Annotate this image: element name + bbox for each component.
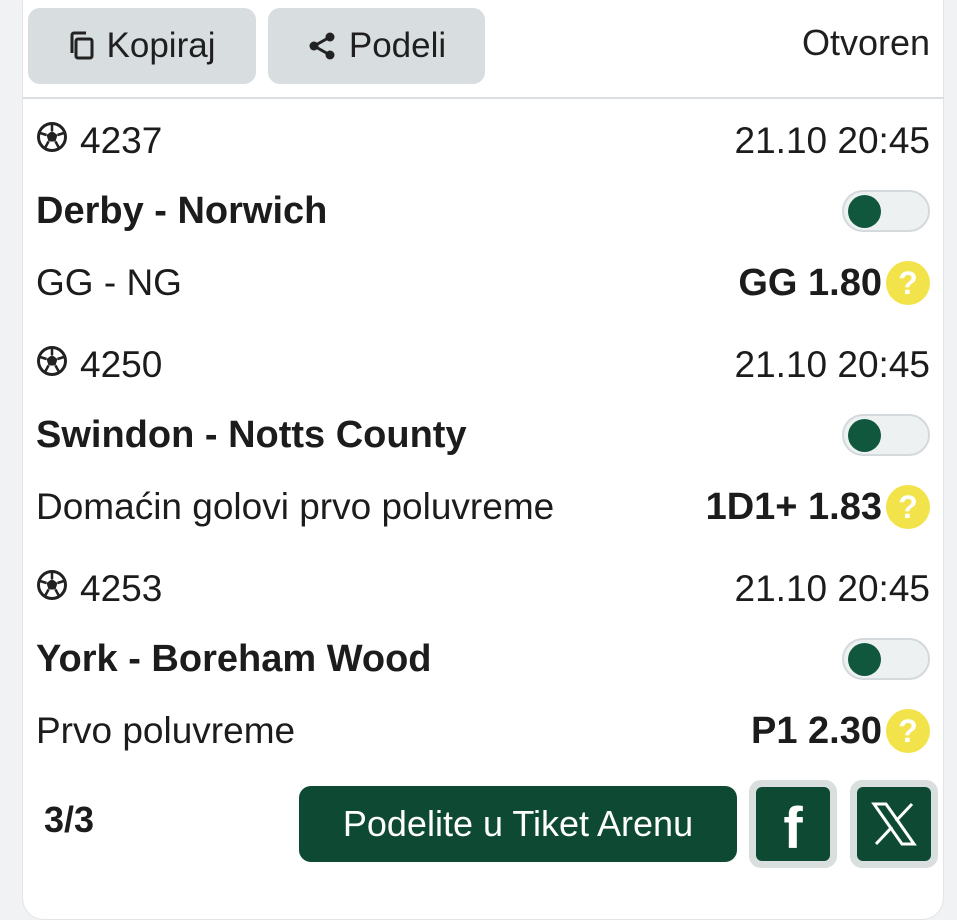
help-icon[interactable]: ? <box>886 709 930 753</box>
share-icon <box>307 31 337 61</box>
match-pick: 1D1+ 1.83 <box>705 485 882 528</box>
match-code: 4250 <box>80 344 163 385</box>
x-logo-icon <box>857 787 931 861</box>
help-icon[interactable]: ? <box>886 261 930 305</box>
match-market: Domaćin golovi prvo poluvreme <box>36 486 555 527</box>
help-icon[interactable]: ? <box>886 485 930 529</box>
ticket-footer: 3/3 Podelite u Tiket Arenu f <box>22 775 944 875</box>
toggle-knob <box>848 195 881 228</box>
facebook-glyph: f <box>783 796 803 861</box>
copy-label: Kopiraj <box>106 26 216 65</box>
match-teams: Derby - Norwich <box>36 189 328 232</box>
match-teams: York - Boreham Wood <box>36 637 432 680</box>
share-tiket-arena-button[interactable]: Podelite u Tiket Arenu <box>299 786 737 862</box>
match-market: Prvo poluvreme <box>36 710 296 751</box>
match-market: GG - NG <box>36 262 182 303</box>
toggle-knob <box>848 643 881 676</box>
match-datetime: 21.10 20:45 <box>734 568 930 609</box>
match-toggle[interactable] <box>842 414 930 456</box>
match-pick: P1 2.30 <box>751 709 882 752</box>
match-item: 4253 21.10 20:45 York - Boreham Wood Prv… <box>22 548 944 772</box>
match-datetime: 21.10 20:45 <box>734 120 930 161</box>
copy-icon <box>69 31 95 61</box>
facebook-icon: f <box>756 787 830 861</box>
match-toggle[interactable] <box>842 190 930 232</box>
x-share-button[interactable] <box>850 780 938 868</box>
facebook-share-button[interactable]: f <box>749 780 837 868</box>
match-item: 4250 21.10 20:45 Swindon - Notts County … <box>22 324 944 548</box>
share-label: Podeli <box>348 26 447 65</box>
match-code: 4253 <box>80 568 163 609</box>
soccer-ball-icon <box>36 120 68 162</box>
ticket-status: Otvoren <box>801 22 930 63</box>
match-teams: Swindon - Notts County <box>36 413 467 456</box>
soccer-ball-icon <box>36 344 68 386</box>
ticket-toolbar: Kopiraj Podeli Otvoren <box>22 0 944 99</box>
match-pick: GG 1.80 <box>738 261 882 304</box>
match-toggle[interactable] <box>842 638 930 680</box>
soccer-ball-icon <box>36 568 68 610</box>
copy-button[interactable]: Kopiraj <box>28 8 256 84</box>
match-item: 4237 21.10 20:45 Derby - Norwich GG - NG… <box>22 100 944 324</box>
toggle-knob <box>848 419 881 452</box>
share-button[interactable]: Podeli <box>268 8 485 84</box>
match-code: 4237 <box>80 120 163 161</box>
match-count: 3/3 <box>44 799 95 840</box>
match-datetime: 21.10 20:45 <box>734 344 930 385</box>
